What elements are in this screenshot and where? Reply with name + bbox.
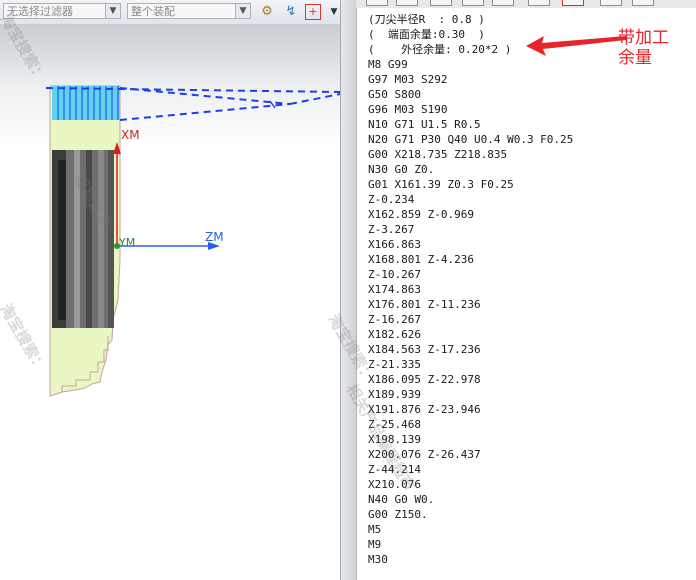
code-line: X168.801 Z-4.236: [368, 253, 474, 266]
code-line: G50 S800: [368, 88, 421, 101]
code-line: X162.859 Z-0.969: [368, 208, 474, 221]
code-line: X198.139: [368, 433, 421, 446]
grooved-section: [52, 150, 114, 328]
code-lines: (刀尖半径R : 0.8 )( 端面余量:0.30 )( 外径余量: 0.20*…: [368, 12, 573, 567]
toolpath-rapid: [269, 100, 276, 109]
toolbar-button[interactable]: [562, 0, 584, 6]
toolbar-button[interactable]: [430, 0, 452, 6]
zm-axis-label: ZM: [205, 230, 224, 244]
selection-toolbar: 无选择过滤器 ▼ 整个装配 ▼ ⚙ ↯ + ▼: [0, 0, 350, 25]
code-line: M30: [368, 553, 388, 566]
code-line: Z-44.214: [368, 463, 421, 476]
toolbar-button[interactable]: [462, 0, 484, 6]
allowance-region: [52, 86, 120, 120]
pane-splitter[interactable]: [340, 0, 357, 580]
toolbar-button[interactable]: [600, 0, 622, 6]
code-line: X189.939: [368, 388, 421, 401]
code-line: N30 G0 Z0.: [368, 163, 435, 176]
toolbar-button[interactable]: [366, 0, 388, 6]
code-line: X166.863: [368, 238, 421, 251]
code-line: Z-3.267: [368, 223, 415, 236]
nc-code-pane: (刀尖半径R : 0.8 )( 端面余量:0.30 )( 外径余量: 0.20*…: [356, 0, 696, 580]
ym-axis-label: YM: [119, 236, 136, 249]
toolbar-button[interactable]: [396, 0, 418, 6]
graphics-viewport[interactable]: XM YM ZM: [0, 24, 350, 580]
toolbar-button[interactable]: [632, 0, 654, 6]
editor-toolbar: [356, 0, 696, 8]
assembly-icon[interactable]: ⚙: [259, 4, 275, 20]
code-line: G01 X161.39 Z0.3 F0.25: [368, 178, 514, 191]
code-line: Z-21.335: [368, 358, 421, 371]
code-line: X210.076: [368, 478, 421, 491]
code-line: X176.801 Z-11.236: [368, 298, 481, 311]
code-line: N10 G71 U1.5 R0.5: [368, 118, 481, 131]
code-line: (刀尖半径R : 0.8 ): [368, 13, 485, 26]
code-line: X186.095 Z-22.978: [368, 373, 481, 386]
code-line: X182.626: [368, 328, 421, 341]
code-line: M9: [368, 538, 382, 551]
assembly-dropdown-value: 整个装配: [131, 5, 175, 18]
code-line: Z-0.234: [368, 193, 415, 206]
chevron-down-icon[interactable]: ▼: [235, 4, 250, 18]
toolbar-button[interactable]: [492, 0, 514, 6]
code-line: X191.876 Z-23.946: [368, 403, 481, 416]
code-line: X200.076 Z-26.437: [368, 448, 481, 461]
code-line: N40 G0 W0.: [368, 493, 435, 506]
xm-axis-label: XM: [121, 128, 140, 142]
code-line: Z-10.267: [368, 268, 421, 281]
code-line: Z-25.468: [368, 418, 421, 431]
toolbar-button[interactable]: [528, 0, 550, 6]
code-line: M5: [368, 523, 382, 536]
code-line: X184.563 Z-17.236: [368, 343, 481, 356]
code-line: G96 M03 S190: [368, 103, 448, 116]
filter-dropdown-value: 无选择过滤器: [7, 5, 73, 18]
cad-pane: 无选择过滤器 ▼ 整个装配 ▼ ⚙ ↯ + ▼ XM YM ZM: [0, 0, 350, 580]
code-line: Z-16.267: [368, 313, 421, 326]
code-line: G00 X218.735 Z218.835: [368, 148, 508, 161]
annotation-arrow: [526, 36, 626, 56]
code-line: G97 M03 S292: [368, 73, 448, 86]
assembly-dropdown[interactable]: 整个装配 ▼: [127, 3, 251, 19]
filter-dropdown[interactable]: 无选择过滤器 ▼: [3, 3, 121, 19]
code-line: X174.863: [368, 283, 421, 296]
snap-icon[interactable]: ↯: [283, 4, 299, 20]
code-line: N20 G71 P30 Q40 U0.4 W0.3 F0.25: [368, 133, 574, 146]
part-drawing: [45, 85, 341, 397]
chevron-down-icon[interactable]: ▼: [105, 4, 120, 18]
point-snap-icon[interactable]: +: [305, 4, 321, 20]
code-editor[interactable]: (刀尖半径R : 0.8 )( 端面余量:0.30 )( 外径余量: 0.20*…: [356, 8, 696, 580]
code-line: G00 Z150.: [368, 508, 428, 521]
